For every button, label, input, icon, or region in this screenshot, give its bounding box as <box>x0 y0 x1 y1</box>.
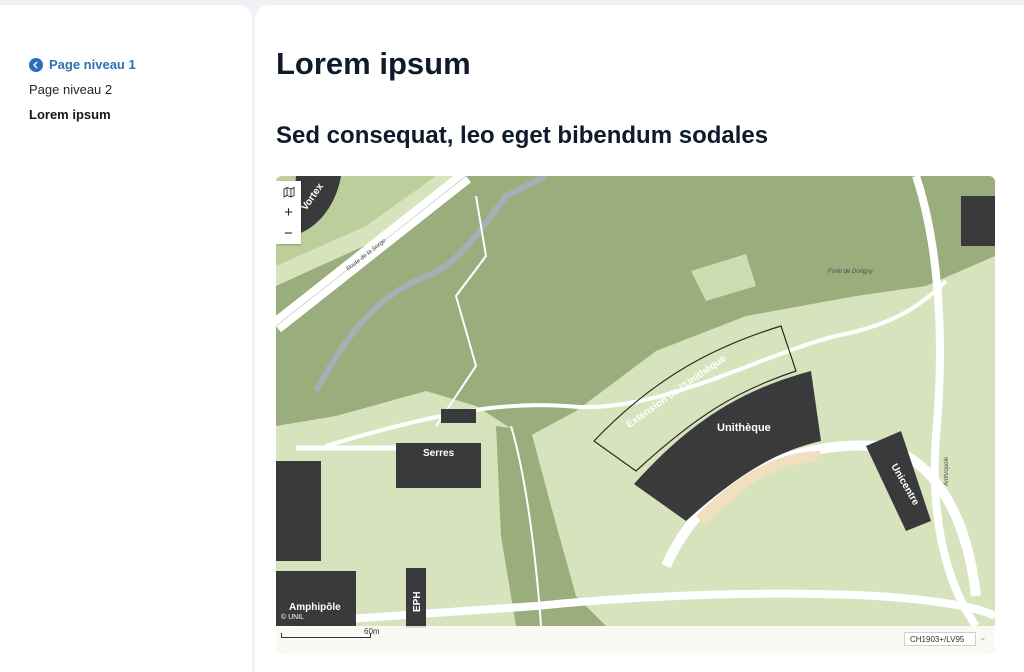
zoom-in-button[interactable]: + <box>276 202 301 223</box>
scale-label: 60m <box>364 627 380 636</box>
eph-label: EPH <box>412 591 423 612</box>
back-link[interactable]: Page niveau 1 <box>29 57 136 72</box>
building <box>961 196 995 246</box>
map-viewer[interactable]: Vortex Route de la Sorge Forêt de Dorign… <box>276 176 995 653</box>
map-attribution: © UNIL <box>281 614 305 621</box>
building-anthropole <box>276 461 321 561</box>
section-heading: Sed consequat, leo eget bibendum sodales <box>276 122 769 149</box>
sidebar-item-lorem-ipsum[interactable]: Lorem ipsum <box>29 107 136 122</box>
zoom-out-button[interactable]: − <box>276 223 301 244</box>
scale-bar <box>281 633 371 638</box>
chevron-down-icon[interactable]: ⌄ <box>979 632 987 643</box>
map-icon[interactable] <box>276 181 301 202</box>
crs-value: CH1903+/LV95 <box>910 634 965 644</box>
serres-label: Serres <box>423 448 455 459</box>
back-link-label: Page niveau 1 <box>49 57 136 72</box>
sidebar: Page niveau 1 Page niveau 2 Lorem ipsum <box>0 5 252 672</box>
unitheque-label: Unithèque <box>717 422 771 434</box>
sidebar-nav: Page niveau 1 Page niveau 2 Lorem ipsum <box>29 57 136 122</box>
map-controls: + − <box>276 181 301 244</box>
crs-select[interactable]: CH1903+/LV95 <box>904 632 976 646</box>
map-canvas[interactable]: Vortex Route de la Sorge Forêt de Dorign… <box>276 176 995 653</box>
page-title: Lorem ipsum <box>276 46 471 81</box>
map-footer: 60m CH1903+/LV95 ⌄ <box>276 626 995 653</box>
sidebar-item-page-niveau-2[interactable]: Page niveau 2 <box>29 82 136 97</box>
foret-label: Forêt de Dorigny <box>828 269 874 275</box>
anthropole-label: Anthropole <box>944 456 950 487</box>
chevron-left-icon <box>29 57 43 72</box>
amphipole-label: Amphipôle <box>289 602 341 613</box>
